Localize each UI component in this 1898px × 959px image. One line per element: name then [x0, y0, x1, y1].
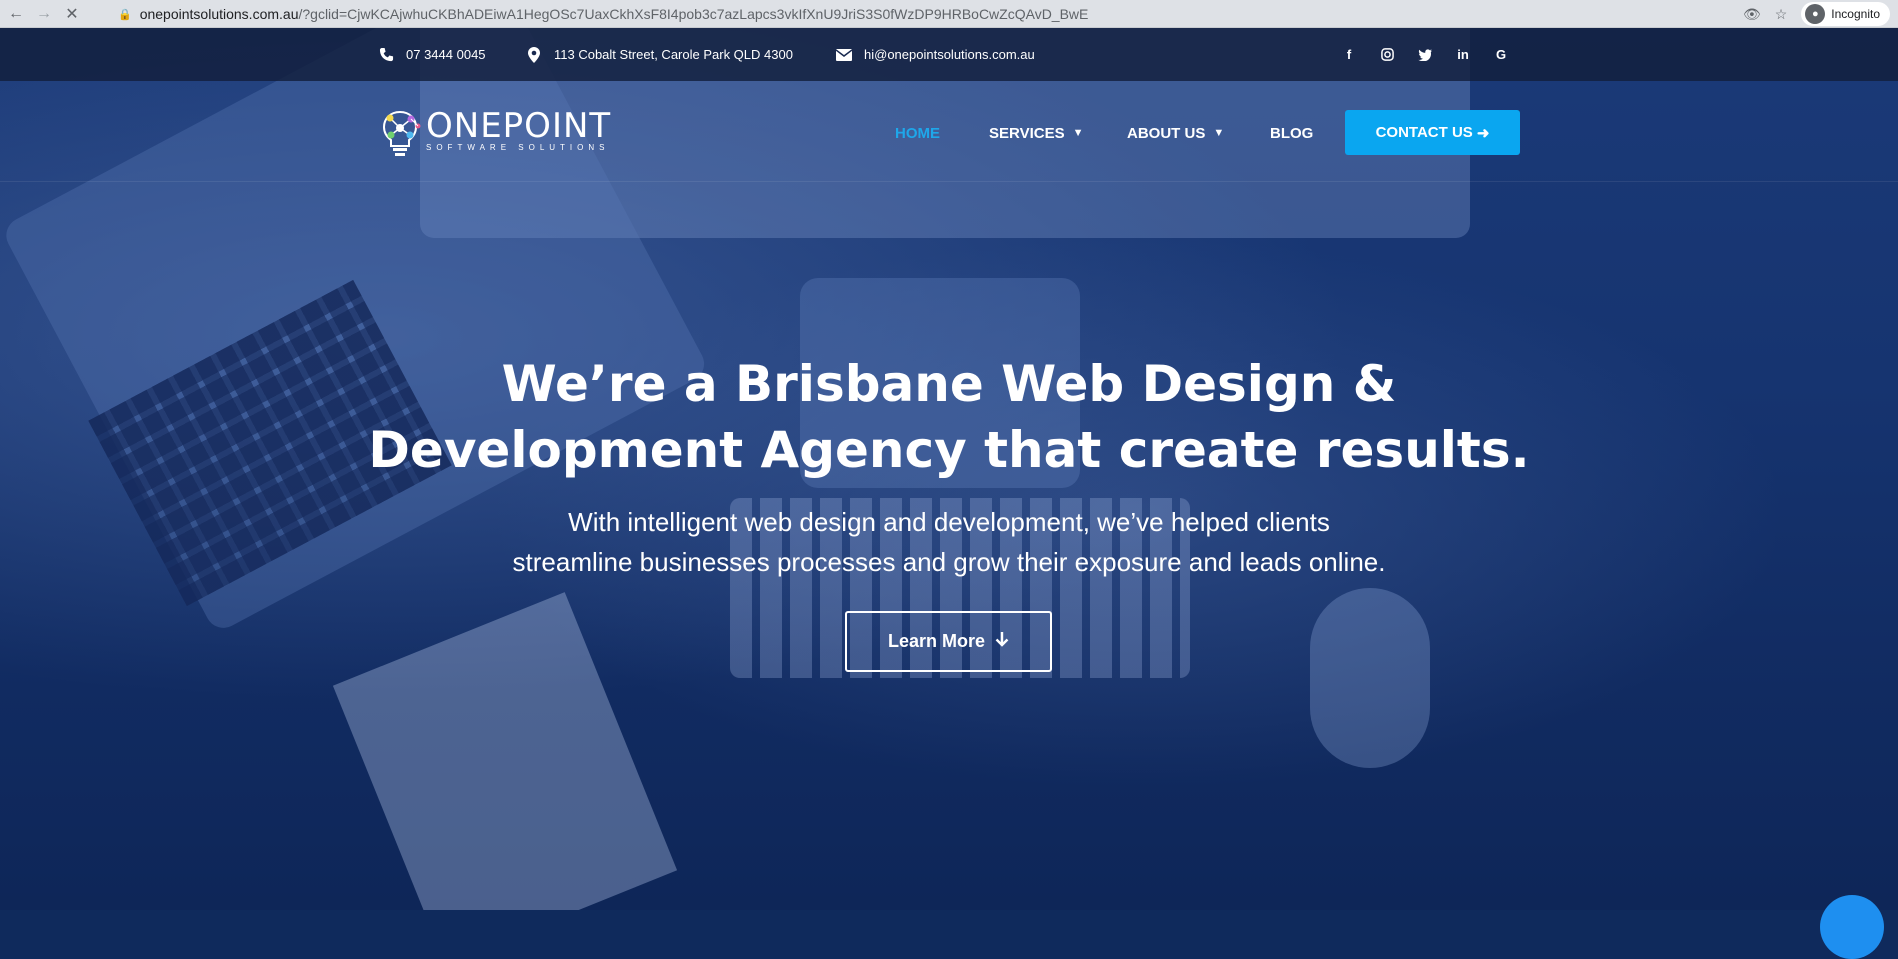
hero-subtext-line1: With intelligent web design and developm…	[568, 507, 1330, 537]
hero-headline-line1: We’re a Brisbane Web Design &	[501, 355, 1397, 413]
address-bar[interactable]: 🔒 onepointsolutions.com.au /?gclid=CjwKC…	[118, 4, 1088, 24]
forward-icon[interactable]: →	[32, 2, 56, 26]
learn-more-label: Learn More	[887, 631, 986, 651]
instagram-icon[interactable]	[1380, 48, 1394, 62]
chat-widget-button[interactable]	[1820, 895, 1884, 959]
stop-loading-icon[interactable]: ✕	[60, 2, 84, 26]
background-paper	[332, 592, 678, 910]
learn-more-button[interactable]: Learn More	[845, 611, 1052, 672]
chevron-down-icon: ▼	[1072, 127, 1084, 139]
url-host: onepointsolutions.com.au	[139, 6, 299, 22]
nav-services-label: SERVICES	[989, 124, 1065, 142]
nav-about[interactable]: ABOUT US ▼	[1127, 113, 1224, 153]
back-icon[interactable]: ←	[4, 2, 28, 26]
phone-contact[interactable]: 07 3444 0045	[378, 28, 486, 81]
chevron-down-icon: ▼	[1213, 127, 1225, 139]
star-icon[interactable]: ☆	[1775, 6, 1788, 23]
facebook-icon[interactable]: f	[1342, 47, 1356, 62]
nav-services[interactable]: SERVICES ▼	[989, 113, 1083, 153]
phone-number: 07 3444 0045	[406, 47, 486, 62]
phone-icon	[378, 47, 394, 63]
lightbulb-logo-icon	[378, 104, 422, 156]
contact-us-label: CONTACT US	[1375, 124, 1473, 141]
nav-blog[interactable]: BLOG	[1270, 113, 1313, 153]
contact-us-button[interactable]: CONTACT US ➜	[1345, 110, 1520, 155]
incognito-icon: ●	[1805, 4, 1826, 24]
linkedin-icon[interactable]: in	[1456, 47, 1470, 62]
address-contact: 113 Cobalt Street, Carole Park QLD 4300	[526, 28, 793, 81]
nav-home-label: HOME	[895, 124, 940, 142]
logo-tagline: SOFTWARE SOLUTIONS	[426, 142, 610, 152]
hero-headline-line2: Development Agency that create results.	[368, 421, 1530, 479]
arrow-right-icon: ➜	[1476, 124, 1490, 142]
email-address: hi@onepointsolutions.com.au	[864, 47, 1035, 62]
site-logo[interactable]: ONEPOINT SOFTWARE SOLUTIONS	[378, 104, 611, 156]
logo-wordmark: ONEPOINT	[426, 105, 612, 146]
hero-subtext-line2: streamline businesses processes and grow…	[512, 547, 1386, 577]
arrow-down-icon	[995, 631, 1009, 652]
twitter-icon[interactable]	[1418, 48, 1432, 62]
background-hand-mouse	[1310, 588, 1430, 768]
nav-blog-label: BLOG	[1270, 124, 1314, 142]
envelope-icon	[836, 47, 852, 63]
eye-off-icon[interactable]: 👁	[1743, 6, 1761, 23]
map-pin-icon	[526, 46, 542, 63]
nav-about-label: ABOUT US	[1127, 124, 1206, 142]
email-contact[interactable]: hi@onepointsolutions.com.au	[836, 28, 1035, 81]
url-path: /?gclid=CjwKCAjwhuCKBhADEiwA1HegOSc7UaxC…	[298, 6, 1089, 22]
google-icon[interactable]: G	[1494, 47, 1508, 62]
main-header: ONEPOINT SOFTWARE SOLUTIONS HOME SERVICE…	[0, 81, 1898, 182]
address-text: 113 Cobalt Street, Carole Park QLD 4300	[554, 47, 793, 62]
incognito-badge[interactable]: ● Incognito	[1801, 2, 1890, 26]
social-links: f in G	[1342, 28, 1508, 81]
nav-home[interactable]: HOME	[895, 113, 940, 153]
top-info-bar: 07 3444 0045 113 Cobalt Street, Carole P…	[0, 28, 1898, 81]
browser-toolbar: ← → ✕ 🔒 onepointsolutions.com.au /?gclid…	[0, 0, 1898, 28]
incognito-label: Incognito	[1831, 7, 1880, 21]
lock-icon: 🔒	[118, 8, 132, 21]
